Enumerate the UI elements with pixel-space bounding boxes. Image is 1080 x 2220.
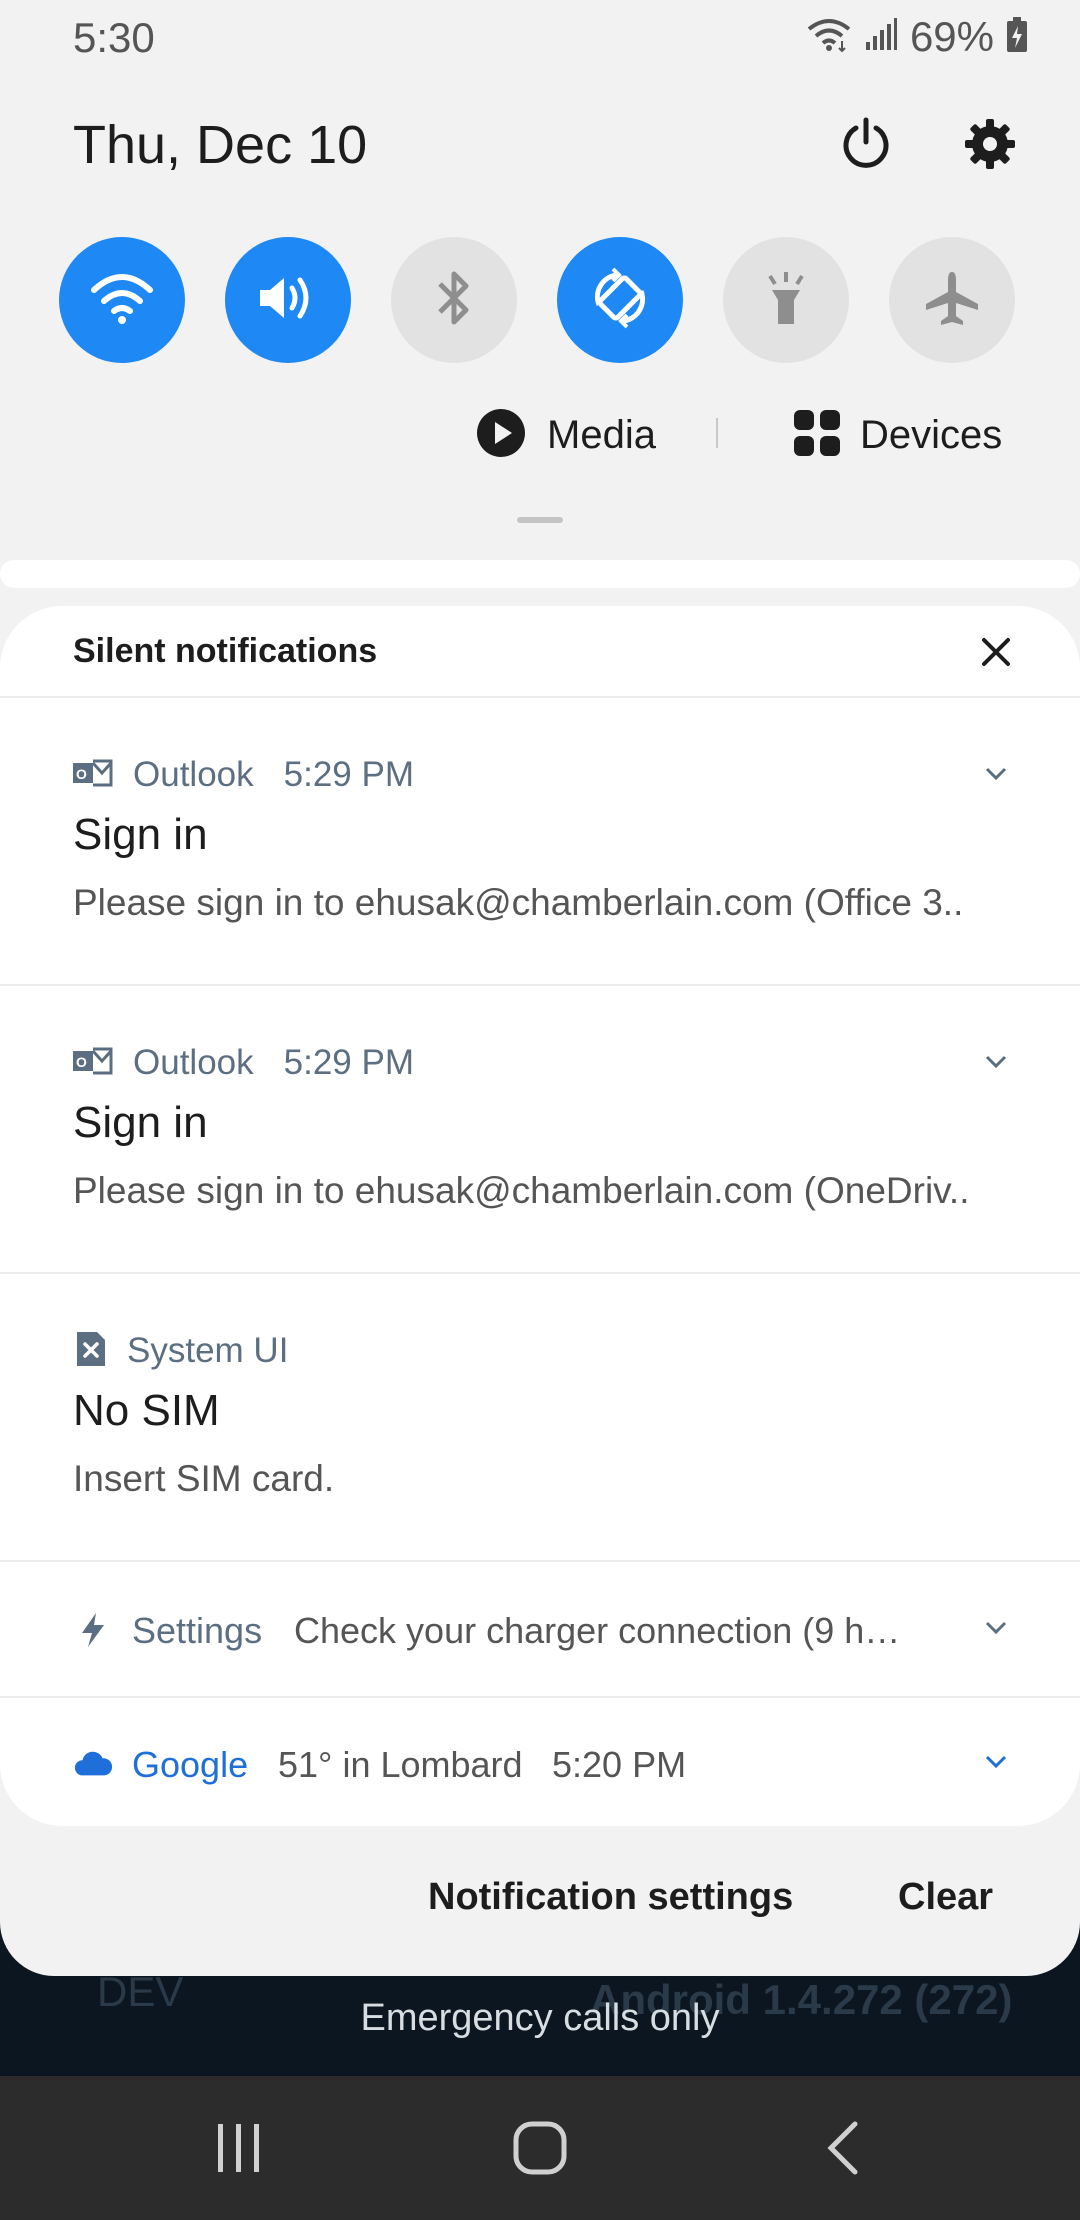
notification-app-name: System UI <box>127 1331 289 1370</box>
expand-notification-button[interactable] <box>982 1750 1010 1778</box>
settings-button[interactable] <box>958 114 1022 178</box>
chevron-down-icon <box>984 1620 1008 1641</box>
notification-google-weather[interactable]: Google 51° in Lombard 5:20 PM <box>0 1724 1080 1804</box>
play-circle-icon <box>475 407 527 464</box>
notification-title: Sign in <box>73 1098 208 1147</box>
gear-icon <box>963 117 1017 176</box>
notification-app-name: Outlook <box>133 755 254 794</box>
flashlight-toggle[interactable] <box>723 237 849 363</box>
notification-settings-button[interactable]: Notification settings <box>428 1876 793 1919</box>
notification-settings-charger[interactable]: Settings Check your charger connection (… <box>0 1590 1080 1670</box>
notification-time: 5:20 PM <box>552 1744 687 1785</box>
separator <box>0 696 1080 698</box>
separator <box>0 984 1080 986</box>
outlook-app-icon: O <box>73 1045 113 1082</box>
notification-text: Check your charger connection (9 h… <box>294 1610 901 1651</box>
card-title: Silent notifications <box>73 632 378 670</box>
expand-notification-button[interactable] <box>982 762 1010 790</box>
battery-charging-icon <box>1006 16 1028 58</box>
media-devices-divider <box>716 418 718 448</box>
status-indicators: 69% <box>806 13 1028 60</box>
bluetooth-toggle[interactable] <box>391 237 517 363</box>
wifi-icon <box>90 270 154 331</box>
notification-header: O Outlook 5:29 PM <box>73 750 414 800</box>
back-button[interactable] <box>808 2120 878 2180</box>
notification-app-name: Google <box>132 1744 249 1785</box>
recent-apps-button[interactable] <box>204 2120 274 2180</box>
notification-system-ui[interactable]: System UI No SIM Insert SIM card. <box>0 1326 1080 1556</box>
chevron-down-icon <box>984 766 1008 787</box>
back-icon <box>823 2120 863 2181</box>
dismiss-card-button[interactable] <box>976 634 1016 674</box>
notification-time: 5:29 PM <box>283 755 414 794</box>
close-icon <box>981 637 1011 672</box>
notification-shade: 5:30 69% Thu, Dec 10 Media Devices Silen… <box>0 0 1080 1976</box>
wifi-toggle[interactable] <box>59 237 185 363</box>
expand-notification-button[interactable] <box>982 1616 1010 1644</box>
notification-outlook-2[interactable]: O Outlook 5:29 PM Sign in Please sign in… <box>0 1038 1080 1268</box>
status-time: 5:30 <box>73 14 155 61</box>
separator <box>0 1560 1080 1562</box>
emergency-calls-label: Emergency calls only <box>360 1997 720 2039</box>
recent-apps-icon <box>214 2122 264 2179</box>
devices-grid-icon <box>794 409 840 461</box>
notification-app-name: Outlook <box>133 1043 254 1082</box>
chevron-down-icon <box>984 1054 1008 1075</box>
weather-text: 51° in Lombard <box>278 1744 523 1785</box>
status-bar: 5:30 69% <box>0 0 1080 72</box>
sound-toggle[interactable] <box>225 237 351 363</box>
power-icon <box>838 116 894 177</box>
separator <box>0 1272 1080 1274</box>
rotate-icon <box>587 265 653 336</box>
airplane-icon <box>922 268 982 333</box>
header-date: Thu, Dec 10 <box>73 115 368 175</box>
volume-icon <box>256 270 320 331</box>
notification-text: Please sign in to ehusak@chamberlain.com… <box>73 1170 970 1211</box>
media-button[interactable]: Media <box>475 405 656 465</box>
devices-button[interactable]: Devices <box>794 405 1002 465</box>
notification-time: 5:29 PM <box>283 1043 414 1082</box>
home-button[interactable] <box>505 2120 575 2180</box>
bluetooth-icon <box>434 268 474 333</box>
clear-button[interactable]: Clear <box>898 1876 993 1919</box>
navigation-bar <box>0 2076 1080 2220</box>
svg-text:O: O <box>76 1054 87 1070</box>
separator <box>0 1696 1080 1698</box>
notification-header: System UI <box>73 1326 288 1376</box>
notification-title: Sign in <box>73 810 208 859</box>
auto-rotate-toggle[interactable] <box>557 237 683 363</box>
sim-card-icon <box>73 1330 107 1373</box>
battery-percent: 69% <box>909 13 994 60</box>
flashlight-icon <box>764 268 808 333</box>
collapsed-notification-strip[interactable] <box>0 560 1080 588</box>
svg-text:O: O <box>76 766 87 782</box>
lightning-icon <box>73 1610 113 1650</box>
notification-text: Please sign in to ehusak@chamberlain.com… <box>73 882 964 923</box>
notification-outlook-1[interactable]: O Outlook 5:29 PM Sign in Please sign in… <box>0 750 1080 980</box>
airplane-mode-toggle[interactable] <box>889 237 1015 363</box>
cloud-icon <box>73 1744 113 1784</box>
silent-notifications-card: Silent notifications O Outlook 5:29 PM S… <box>0 606 1080 1826</box>
home-icon <box>512 2120 568 2181</box>
power-button[interactable] <box>834 114 898 178</box>
devices-label: Devices <box>860 412 1003 457</box>
notification-text: Insert SIM card. <box>73 1458 335 1499</box>
media-label: Media <box>547 412 656 457</box>
notification-title: No SIM <box>73 1386 220 1435</box>
wifi-signal-icon <box>806 17 852 58</box>
shade-drag-handle[interactable] <box>517 517 563 523</box>
notification-app-name: Settings <box>132 1610 263 1651</box>
chevron-down-icon <box>984 1754 1008 1775</box>
outlook-app-icon: O <box>73 757 113 794</box>
expand-notification-button[interactable] <box>982 1050 1010 1078</box>
notification-header: O Outlook 5:29 PM <box>73 1038 414 1088</box>
quick-toggles <box>59 237 1019 365</box>
cell-signal-icon <box>864 17 898 57</box>
